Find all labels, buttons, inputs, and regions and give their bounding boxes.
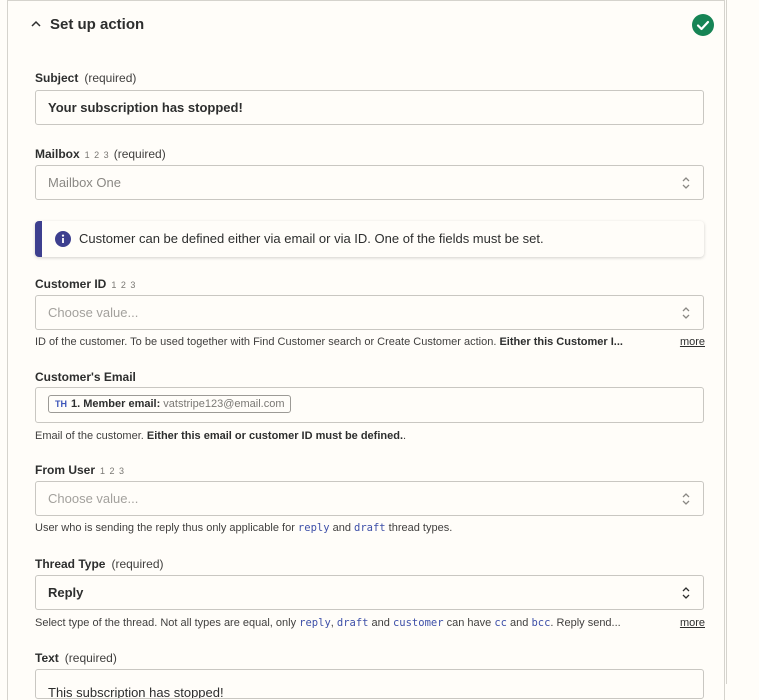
right-gutter	[726, 0, 759, 684]
check-circle-icon	[692, 14, 714, 36]
thread-type-value: Reply	[48, 585, 84, 600]
text-input[interactable]: This subscription has stopped!	[35, 669, 704, 699]
thread-type-help: Select type of the thread. Not all types…	[35, 617, 705, 629]
chevron-up-icon[interactable]	[30, 18, 42, 30]
info-banner: Customer can be defined either via email…	[35, 221, 704, 257]
customer-id-help: ID of the customer. To be used together …	[35, 336, 705, 348]
thread-type-select[interactable]: Reply	[35, 575, 704, 610]
mailbox-select[interactable]: Mailbox One	[35, 165, 704, 200]
customer-id-placeholder: Choose value...	[48, 305, 139, 320]
chevron-updown-icon	[682, 307, 690, 319]
from-user-help: User who is sending the reply thus only …	[35, 522, 453, 534]
customer-email-label: Customer's Email	[35, 370, 136, 384]
thread-type-label: Thread Type (required)	[35, 557, 164, 571]
info-icon	[55, 231, 71, 247]
section-title[interactable]: Set up action	[50, 16, 144, 33]
from-user-label: From User 1 2 3	[35, 463, 126, 477]
more-link[interactable]: more	[675, 336, 705, 348]
mapped-field-pill[interactable]: TH 1. Member email: vatstripe123@email.com	[48, 395, 292, 413]
subject-label: Subject (required)	[35, 71, 137, 85]
chevron-updown-icon	[682, 177, 690, 189]
text-label: Text (required)	[35, 651, 117, 665]
chevron-updown-icon	[682, 587, 690, 599]
info-text: Customer can be defined either via email…	[79, 231, 544, 246]
subject-input[interactable]: Your subscription has stopped!	[35, 90, 704, 125]
customer-email-help: Email of the customer. Either this email…	[35, 430, 407, 442]
mailbox-label: Mailbox 1 2 3 (required)	[35, 147, 166, 161]
from-user-placeholder: Choose value...	[48, 491, 139, 506]
chevron-updown-icon	[682, 493, 690, 505]
mailbox-value: Mailbox One	[48, 175, 121, 190]
customer-id-label: Customer ID 1 2 3	[35, 277, 137, 291]
more-link[interactable]: more	[675, 617, 705, 629]
customer-id-select[interactable]: Choose value...	[35, 295, 704, 330]
from-user-select[interactable]: Choose value...	[35, 481, 704, 516]
app-logo-icon: TH	[55, 399, 67, 409]
customer-email-input[interactable]: TH 1. Member email: vatstripe123@email.com	[35, 387, 704, 423]
